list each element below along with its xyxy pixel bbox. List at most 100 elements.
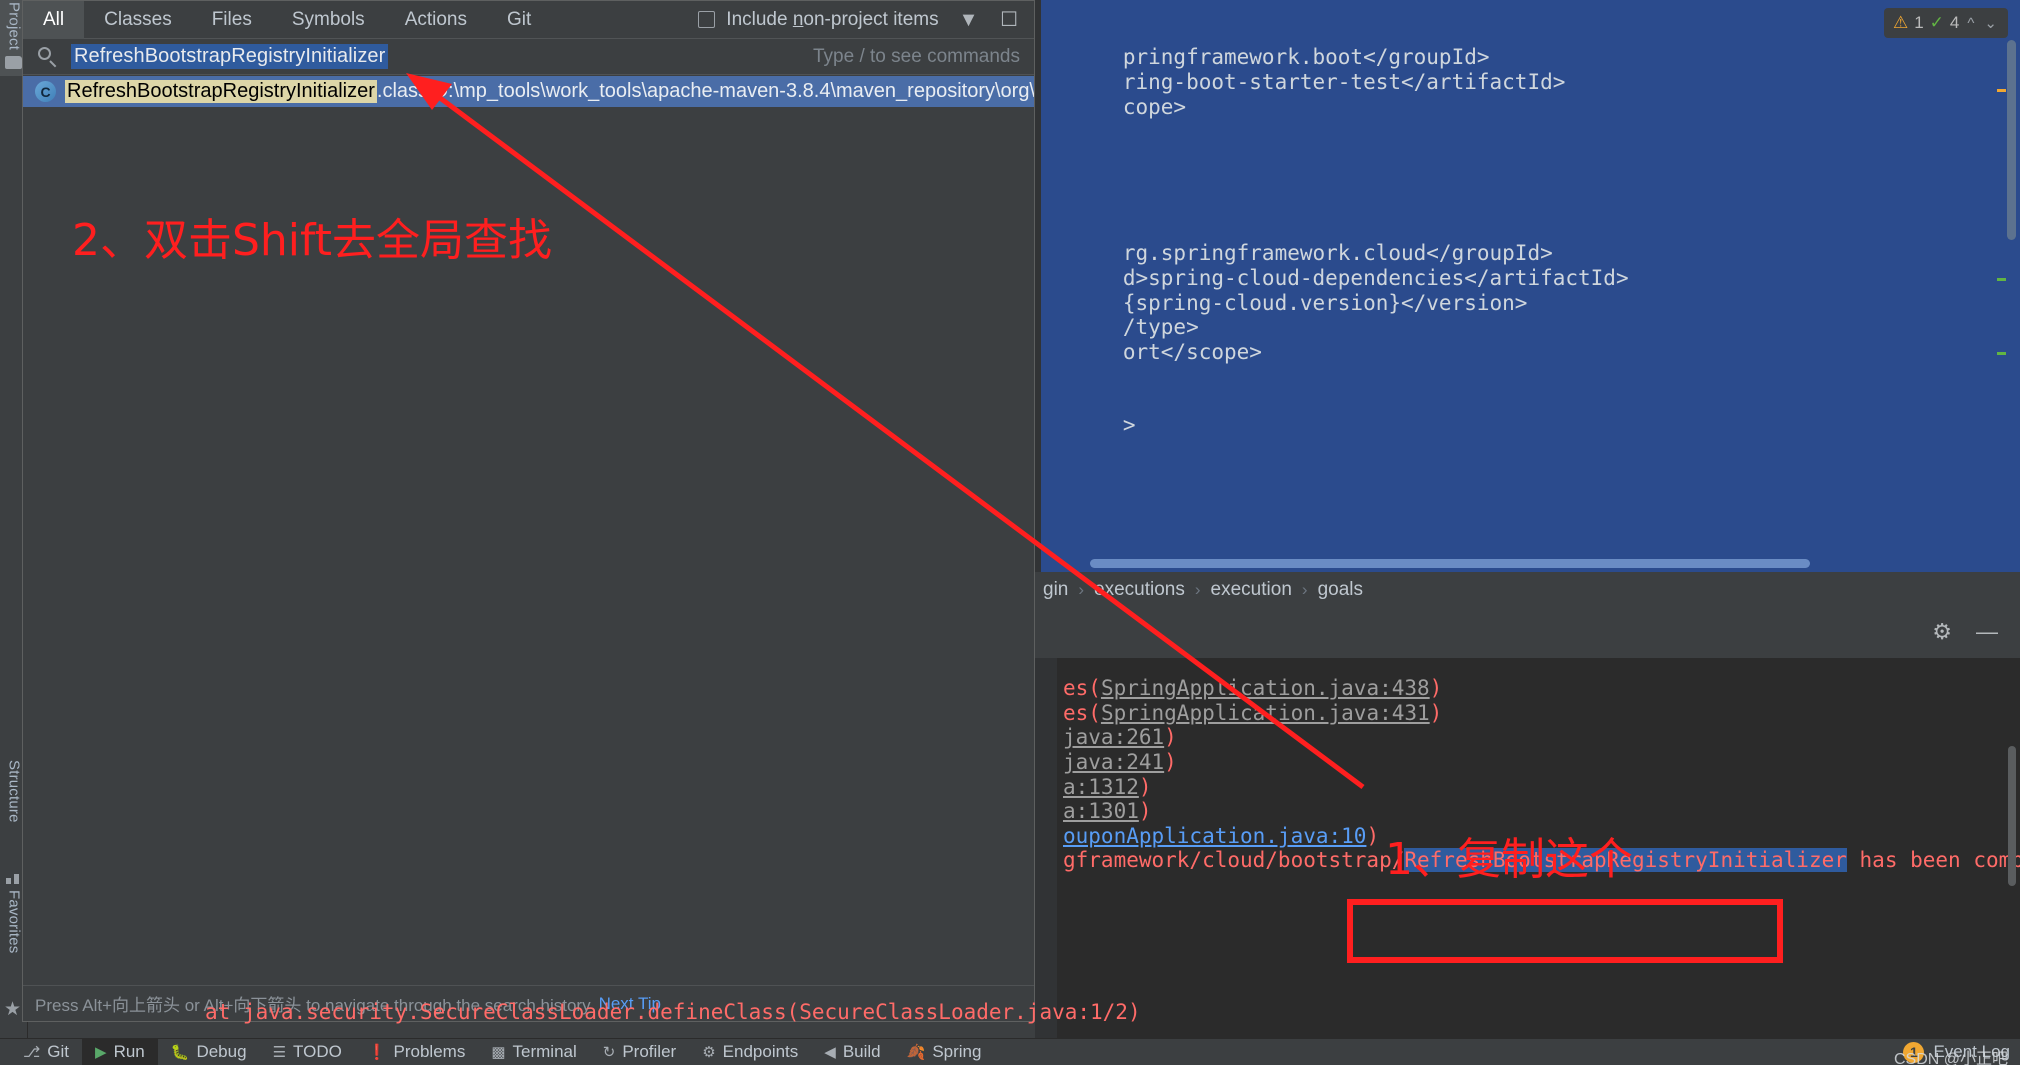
breadcrumb-item[interactable]: goals <box>1318 579 1363 601</box>
annotation-step-1: 1、复制这个 <box>1385 834 1633 885</box>
status-item-label: Terminal <box>512 1042 577 1061</box>
status-item-label: Run <box>113 1042 145 1061</box>
watermark-text: CSDN @小正吧 <box>1893 1050 2008 1065</box>
code-line: ort</scope> <box>1122 340 1262 364</box>
stacktrace-link[interactable]: java:241 <box>1063 750 1164 774</box>
console-line[interactable]: java:261) <box>1063 725 1177 749</box>
search-everywhere-tabs: All Classes Files Symbols Actions Git In… <box>23 0 1034 39</box>
tab-files[interactable]: Files <box>192 1 272 39</box>
annotation-step-2: 2、双击Shift去全局查找 <box>72 215 553 266</box>
code-line: cope> <box>1122 95 1187 119</box>
sidebar-item-label: Favorites <box>5 890 23 954</box>
console-vertical-scrollbar[interactable] <box>2008 746 2016 886</box>
result-name: RefreshBootstrapRegistryInitializer <box>65 80 377 103</box>
console-line[interactable]: ouponApplication.java:10) <box>1063 824 1379 848</box>
checkbox-box[interactable] <box>698 11 716 28</box>
editor-vertical-scrollbar[interactable] <box>2007 40 2016 240</box>
status-item-problems[interactable]: ❗ Problems <box>355 1039 479 1065</box>
endpoints-icon: ⚙ <box>702 1043 716 1061</box>
status-item-git[interactable]: ⎇ Git <box>10 1039 82 1065</box>
tab-actions[interactable]: Actions <box>385 1 487 39</box>
status-item-profiler[interactable]: ↻ Profiler <box>590 1039 689 1065</box>
tab-all[interactable]: All <box>23 0 85 39</box>
run-play-icon: ▶ <box>95 1043 107 1061</box>
chevron-down-icon[interactable]: ⌄ <box>1982 14 1999 32</box>
inspection-mark[interactable] <box>1997 278 2006 281</box>
inspection-mark[interactable] <box>1997 89 2006 92</box>
stacktrace-link[interactable]: SpringApplication.java:438 <box>1101 676 1430 700</box>
run-tool-window: ⚙ — es(SpringApplication.java:438) es(Sp… <box>1035 606 2020 1038</box>
breadcrumb-item[interactable]: gin <box>1043 579 1068 601</box>
chevron-up-icon[interactable]: ^ <box>1965 15 1976 32</box>
search-icon <box>37 46 59 68</box>
status-item-run[interactable]: ▶ Run <box>82 1038 158 1065</box>
console-line[interactable]: a:1312) <box>1063 775 1152 799</box>
git-branch-icon: ⎇ <box>23 1043 41 1061</box>
tab-symbols[interactable]: Symbols <box>272 1 385 39</box>
status-item-todo[interactable]: ☰ TODO <box>260 1039 355 1065</box>
console-gutter <box>1035 658 1057 1038</box>
todo-list-icon: ☰ <box>272 1043 287 1061</box>
search-everywhere-popup[interactable]: All Classes Files Symbols Actions Git In… <box>22 0 1035 1022</box>
console-line[interactable]: java:241) <box>1063 750 1177 774</box>
folder-icon <box>5 56 22 69</box>
chevron-right-icon: › <box>1194 580 1201 599</box>
status-item-spring[interactable]: 🍂 Spring <box>894 1039 995 1065</box>
profiler-icon: ↻ <box>602 1043 616 1061</box>
console-line[interactable]: a:1301) <box>1063 799 1152 823</box>
stacktrace-link[interactable]: a:1312 <box>1063 775 1139 799</box>
breadcrumb-item[interactable]: executions <box>1094 579 1185 601</box>
console-line-partial: at java.security.SecureClassLoader.defin… <box>205 1000 1141 1024</box>
stacktrace-link[interactable]: ouponApplication.java:10 <box>1063 824 1366 848</box>
status-bar-right: 1 Event Log CSDN @小正吧 <box>1894 1041 2010 1065</box>
stacktrace-link[interactable]: a:1301 <box>1063 799 1139 823</box>
commands-hint: Type / to see commands <box>813 45 1020 67</box>
filter-icon[interactable]: ▼ <box>959 10 980 30</box>
breadcrumb-item[interactable]: execution <box>1211 579 1292 601</box>
editor-gutter <box>1035 0 1041 572</box>
chevron-right-icon: › <box>1301 580 1308 599</box>
minimize-icon[interactable]: — <box>1976 621 1998 643</box>
problems-icon: ❗ <box>367 1043 387 1061</box>
inspection-widget[interactable]: ⚠ 1 ✓ 4 ^ ⌄ <box>1883 8 2008 38</box>
status-item-debug[interactable]: 🐛 Debug <box>158 1039 260 1065</box>
status-item-endpoints[interactable]: ⚙ Endpoints <box>689 1039 811 1065</box>
warning-triangle-icon: ⚠ <box>1892 13 1909 32</box>
tab-classes[interactable]: Classes <box>84 1 192 39</box>
search-result-row[interactable]: C RefreshBootstrapRegistryInitializer .c… <box>23 76 1034 107</box>
tab-git[interactable]: Git <box>487 1 551 39</box>
star-icon: ★ <box>4 999 22 1020</box>
status-item-label: Spring <box>932 1042 982 1061</box>
sidebar-item-label: Structure <box>5 760 23 823</box>
checkbox-label: Include non-project items <box>726 8 939 30</box>
search-input[interactable]: RefreshBootstrapRegistryInitializer <box>71 44 389 69</box>
code-line: > <box>1122 413 1136 437</box>
console-line[interactable]: es(SpringApplication.java:438) <box>1063 676 1442 700</box>
search-input-row[interactable]: RefreshBootstrapRegistryInitializer Type… <box>23 39 1034 75</box>
stacktrace-link[interactable]: java:261 <box>1063 725 1164 749</box>
result-path: .class D:\mp_tools\work_tools\apache-mav… <box>376 80 1034 102</box>
terminal-icon: ▩ <box>491 1043 506 1061</box>
inspection-mark[interactable] <box>1997 352 2006 355</box>
ide-window: Project Structure Favorites ★ pringframe… <box>0 0 2020 1065</box>
status-item-label: Endpoints <box>722 1042 799 1061</box>
console-line[interactable]: es(SpringApplication.java:431) <box>1063 701 1442 725</box>
build-hammer-icon: ◀ <box>824 1043 836 1061</box>
status-bar: ⎇ Git ▶ Run 🐛 Debug ☰ TODO ❗ Problems ▩ … <box>0 1038 2020 1065</box>
editor-horizontal-scrollbar[interactable] <box>1090 559 1810 568</box>
chevron-right-icon: › <box>1078 580 1085 599</box>
status-item-build[interactable]: ◀ Build <box>811 1039 893 1065</box>
status-item-label: Git <box>47 1042 70 1061</box>
debug-bug-icon: 🐛 <box>170 1043 190 1061</box>
sidebar-item-label: Project <box>5 2 23 51</box>
preview-panel-icon[interactable]: ☐ <box>1000 10 1018 30</box>
status-item-label: Profiler <box>622 1042 677 1061</box>
breadcrumb[interactable]: gin › executions › execution › goals <box>1035 574 2020 606</box>
include-non-project-items-checkbox[interactable]: Include non-project items <box>698 8 939 31</box>
status-item-label: Debug <box>196 1042 247 1061</box>
stacktrace-link[interactable]: SpringApplication.java:431 <box>1101 701 1430 725</box>
code-editor[interactable]: pringframework.boot</groupId> ring-boot-… <box>1035 0 2020 572</box>
status-item-terminal[interactable]: ▩ Terminal <box>478 1039 589 1065</box>
status-item-label: Problems <box>393 1042 466 1061</box>
gear-icon[interactable]: ⚙ <box>1932 621 1952 643</box>
